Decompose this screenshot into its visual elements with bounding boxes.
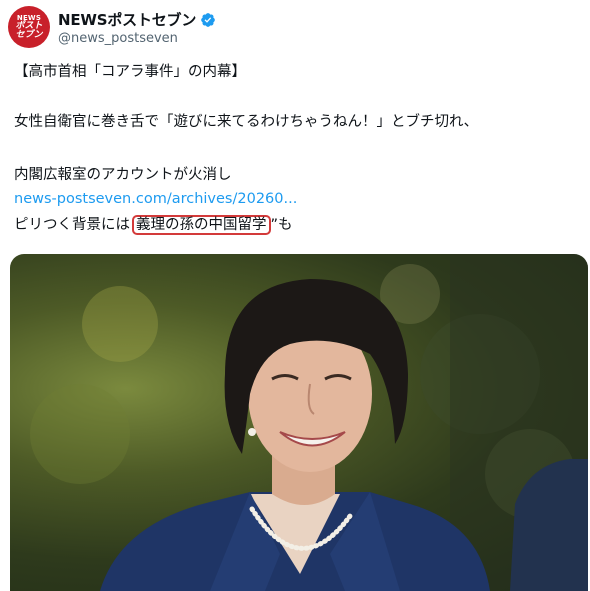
name-row: NEWSポストセブン [58,9,216,30]
post-line-2: 女性自衛官に巻き舌で「遊びに来てるわけちゃうねん！」とブチ切れ、 [14,114,479,130]
post-line-5-prefix: ピリつく背景には [14,217,130,233]
avatar-text-3: セブン [15,29,43,40]
verified-badge-icon [201,12,215,27]
post-line-5-suffix: ”も [270,217,293,233]
article-link[interactable]: news-postseven.com/archives/20260... [14,189,297,210]
post-line-3: 内閣広報室のアカウントが火消し [14,167,232,183]
highlighted-phrase: 義理の孫の中国留学 [132,215,271,235]
tweet-photo[interactable] [10,254,588,591]
display-name[interactable]: NEWSポストセブン [58,9,196,30]
tweet-header: NEWS ポスト セブン NEWSポストセブン @news_postseven [8,4,578,50]
account-avatar[interactable]: NEWS ポスト セブン [8,6,50,48]
post-line-5: ピリつく背景には 義理の孫の中国留学 ”も [14,215,293,236]
account-handle[interactable]: @news_postseven [58,31,178,46]
photo-illustration [30,254,588,591]
post-title: 【高市首相「コアラ事件」の内幕】 [14,64,246,80]
